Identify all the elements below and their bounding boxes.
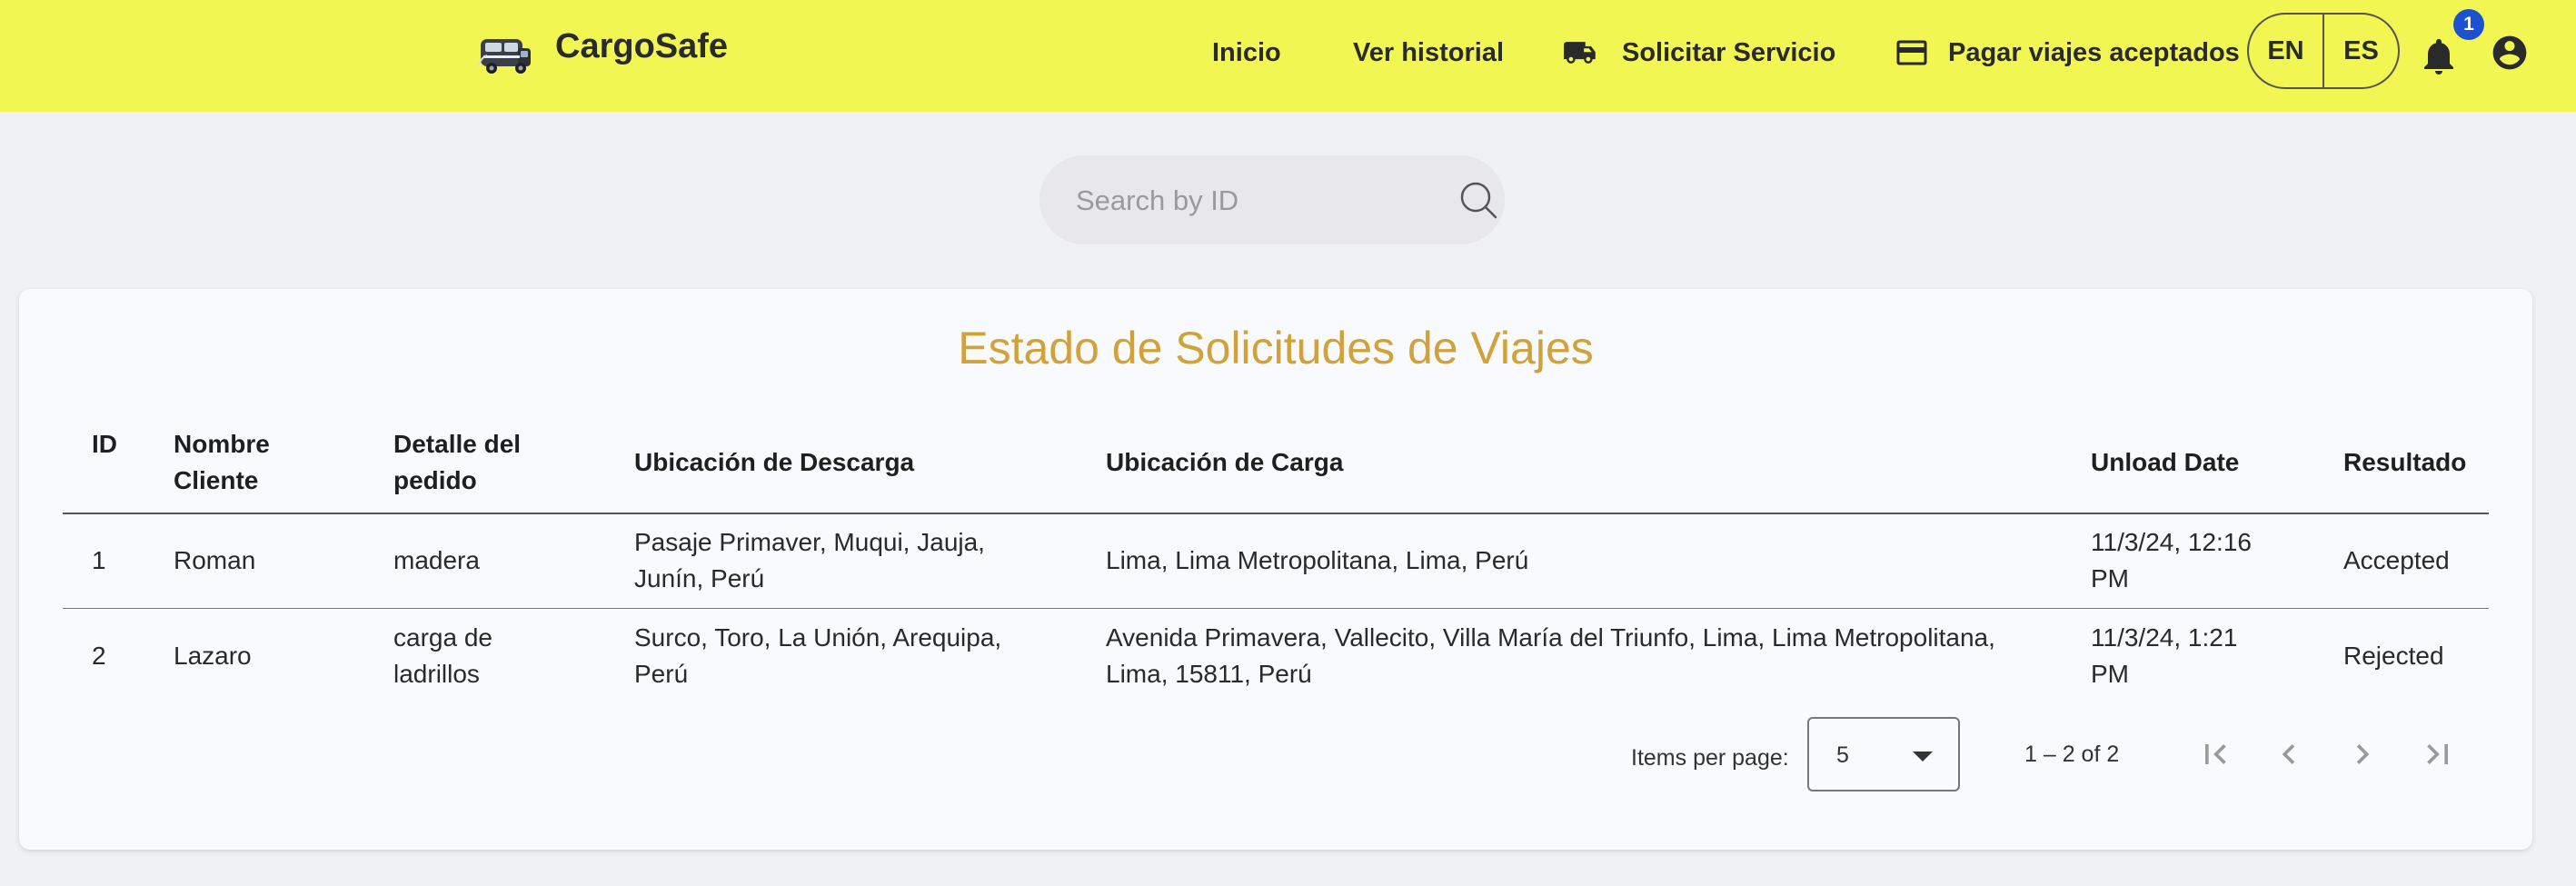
next-page-icon [2356,744,2370,764]
col-header-detail-line2: pedido [393,466,477,494]
language-switcher: EN ES [2247,13,2400,89]
search-box [1039,155,1505,244]
cell-load-location-line2: Lima, 15811, Perú [1106,660,1312,688]
lang-es-button[interactable]: ES [2322,15,2398,87]
requests-card: Estado de Solicitudes de Viajes ID Nombr… [19,289,2532,850]
cell-detail: madera [393,546,480,574]
cell-result: Rejected [2343,642,2444,670]
header-divider [63,513,2489,514]
previous-page-icon [2282,744,2295,764]
cell-result: Accepted [2343,546,2450,574]
first-page-icon [2205,744,2226,764]
items-per-page-label: Items per page: [1631,745,1789,771]
last-page-button[interactable] [2418,734,2458,774]
last-page-icon [2427,744,2448,764]
bell-icon [2424,39,2453,75]
cell-detail-line1: carga de [393,623,492,652]
nav-home[interactable]: Inicio [1212,31,1281,75]
cell-unload-location-line2: Perú [634,660,689,688]
page-size-select[interactable]: 5 [1807,717,1960,791]
search-icon[interactable] [1459,181,1497,219]
cell-unload-date-line2: PM [2091,564,2129,592]
credit-card-icon [1896,40,1927,65]
cell-client: Roman [174,546,256,574]
account-circle-icon [2492,35,2527,70]
nav-home-label: Inicio [1212,37,1281,67]
cell-unload-date-line1: 11/3/24, 1:21 [2091,623,2238,652]
col-header-client-line2: Cliente [174,466,259,494]
lang-en-button[interactable]: EN [2249,15,2322,87]
col-header-unload-location: Ubicación de Descarga [634,448,915,476]
next-page-button[interactable] [2342,734,2382,774]
table-title: Estado de Solicitudes de Viajes [958,323,1594,373]
page-size-value: 5 [1836,742,1849,768]
search-input[interactable] [1074,177,1423,224]
notifications-button[interactable] [2421,35,2457,79]
cell-load-location-line1: Avenida Primavera, Vallecito, Villa Marí… [1106,623,1995,652]
top-navbar: CargoSafe Inicio Ver historial Solicitar… [0,0,2576,112]
cell-client: Lazaro [174,642,252,670]
brand[interactable]: CargoSafe [478,25,728,80]
dropdown-arrow-icon [1913,752,1933,762]
cell-load-location: Lima, Lima Metropolitana, Lima, Perú [1106,546,1529,574]
brand-name: CargoSafe [555,26,729,65]
first-page-button[interactable] [2195,734,2235,774]
cell-unload-location-line2: Junín, Perú [634,564,765,592]
cell-unload-date-line2: PM [2091,660,2129,688]
cell-unload-location-line1: Surco, Toro, La Unión, Arequipa, [634,623,1002,652]
nav-pay-accepted-trips[interactable]: Pagar viajes aceptados [1895,31,2240,75]
truck-icon [1564,42,1596,64]
account-button[interactable] [2490,33,2530,77]
notifications-badge: 1 [2453,9,2484,40]
cell-unload-location-line1: Pasaje Primaver, Muqui, Jauja, [634,528,985,556]
page-range-label: 1 – 2 of 2 [2024,742,2120,767]
truck-logo-icon [478,39,531,74]
cell-unload-date-line1: 11/3/24, 12:16 [2091,528,2252,556]
col-header-load-location: Ubicación de Carga [1106,448,1344,476]
nav-request-service[interactable]: Solicitar Servicio [1564,31,1835,75]
previous-page-button[interactable] [2269,734,2309,774]
cell-id: 2 [92,642,106,670]
nav-history[interactable]: Ver historial [1353,31,1504,75]
col-header-id: ID [92,430,117,458]
row-divider [63,608,2489,609]
cell-id: 1 [92,546,106,574]
col-header-detail-line1: Detalle del [393,430,522,458]
nav-request-service-label: Solicitar Servicio [1622,37,1836,67]
col-header-result: Resultado [2343,448,2467,476]
col-header-unload-date: Unload Date [2091,448,2240,476]
nav-history-label: Ver historial [1353,37,1505,67]
col-header-client-line1: Nombre [174,430,270,458]
nav-pay-accepted-trips-label: Pagar viajes aceptados [1948,37,2240,67]
cell-detail-line2: ladrillos [393,660,480,688]
